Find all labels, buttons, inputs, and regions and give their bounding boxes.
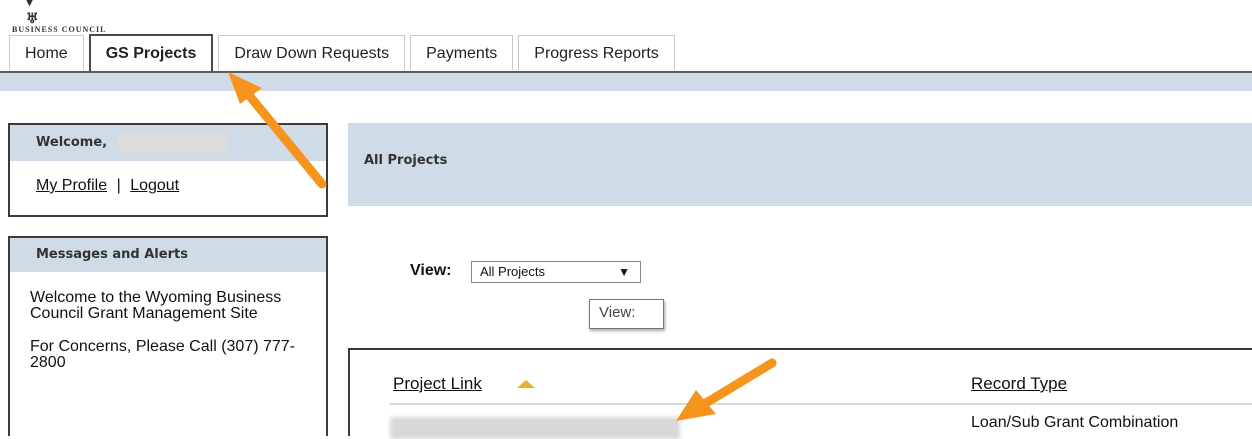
tab-gs-projects[interactable]: GS Projects bbox=[88, 34, 214, 71]
welcome-panel: Welcome, My Profile | Logout bbox=[8, 123, 328, 217]
projects-table: Project Link Record Type Loan/Sub Grant … bbox=[348, 348, 1252, 439]
message-welcome: Welcome to the Wyoming Business Council … bbox=[30, 289, 282, 322]
main-nav-tabs: Home GS Projects Draw Down Requests Paym… bbox=[9, 34, 680, 71]
tab-progress-reports[interactable]: Progress Reports bbox=[518, 35, 675, 70]
record-type-cell: Loan/Sub Grant Combination bbox=[971, 414, 1179, 431]
dropdown-arrow-icon: ▼ bbox=[618, 265, 630, 279]
sort-ascending-icon[interactable] bbox=[517, 380, 535, 388]
welcome-title: Welcome, bbox=[36, 135, 108, 150]
message-contact: For Concerns, Please Call (307) 777-2800 bbox=[30, 338, 296, 371]
view-select[interactable]: All Projects ▼ bbox=[471, 261, 641, 283]
account-links: My Profile | Logout bbox=[36, 177, 179, 195]
page-title: All Projects bbox=[348, 123, 1252, 206]
view-select-value: All Projects bbox=[480, 264, 546, 279]
messages-header: Messages and Alerts bbox=[10, 238, 326, 272]
tab-home[interactable]: Home bbox=[9, 35, 84, 70]
tab-draw-down-requests[interactable]: Draw Down Requests bbox=[218, 35, 406, 70]
my-profile-link[interactable]: My Profile bbox=[36, 177, 107, 194]
logo-mark-icon: ▾ ♅ bbox=[26, 0, 40, 27]
welcome-header: Welcome, bbox=[10, 125, 326, 161]
header-divider bbox=[390, 403, 1252, 405]
link-separator: | bbox=[116, 177, 121, 194]
messages-panel: Messages and Alerts Welcome to the Wyomi… bbox=[8, 236, 328, 436]
redacted-username bbox=[117, 132, 228, 153]
column-header-record-type[interactable]: Record Type bbox=[971, 374, 1067, 394]
column-header-project-link[interactable]: Project Link bbox=[393, 374, 482, 394]
messages-body: Welcome to the Wyoming Business Council … bbox=[10, 272, 326, 371]
header-band bbox=[0, 73, 1252, 91]
view-tooltip: View: bbox=[589, 299, 664, 329]
view-label: View: bbox=[410, 262, 452, 279]
logout-link[interactable]: Logout bbox=[130, 177, 179, 194]
tab-payments[interactable]: Payments bbox=[410, 35, 514, 70]
